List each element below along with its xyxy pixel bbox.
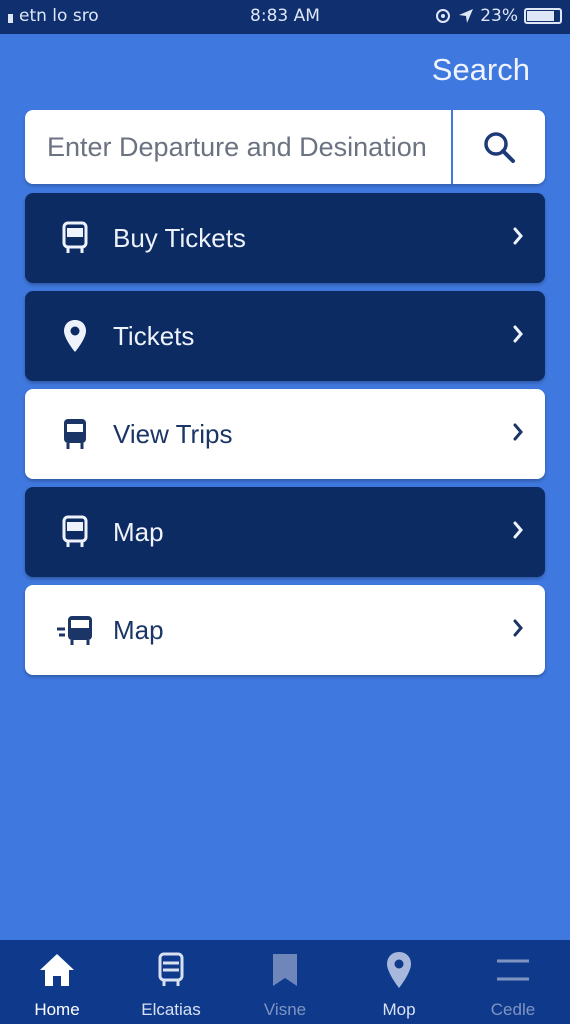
chevron-right-icon (513, 227, 523, 245)
status-bar: etn lo sro 8:83 AM 23% (0, 0, 570, 34)
navigation-icon (459, 9, 474, 23)
tab-elcatias[interactable]: Elcatias (114, 940, 228, 1024)
departure-destination-input[interactable] (25, 110, 451, 184)
menu-item-view-trips[interactable]: View Trips (25, 389, 545, 479)
menu-item-buy-tickets[interactable]: Buy Tickets (25, 193, 545, 283)
location-pin-icon (55, 316, 95, 356)
home-icon (38, 950, 76, 990)
menu-item-label: View Trips (113, 418, 233, 449)
chevron-right-icon (513, 325, 523, 343)
tab-visne[interactable]: Visne (228, 940, 342, 1024)
chevron-right-icon (513, 619, 523, 637)
chevron-right-icon (513, 423, 523, 441)
tab-label: Home (34, 1000, 80, 1019)
bus-icon (55, 414, 95, 454)
bottom-tab-bar: Home Elcatias Visne Mop Cedle (0, 940, 570, 1024)
search-link[interactable]: Search (432, 52, 530, 88)
tab-label: Elcatias (141, 1000, 201, 1019)
menu-item-tickets[interactable]: Tickets (25, 291, 545, 381)
bus-icon (55, 512, 95, 552)
menu-item-label: Tickets (113, 320, 195, 351)
main-menu: Buy Tickets Tickets View Trips Map Map (25, 193, 545, 683)
menu-item-label: Map (113, 614, 164, 645)
chevron-right-icon (513, 521, 523, 539)
location-pin-icon (385, 950, 413, 990)
tab-label: Mop (382, 1000, 416, 1019)
moving-bus-icon (55, 610, 95, 650)
tab-cedle[interactable]: Cedle (456, 940, 570, 1024)
tab-mop[interactable]: Mop (342, 940, 456, 1024)
battery-icon (524, 8, 562, 24)
menu-item-label: Map (113, 516, 164, 547)
search-icon (484, 132, 515, 163)
menu-item-map-secondary[interactable]: Map (25, 585, 545, 675)
location-arrow-icon (436, 9, 451, 23)
status-right: 23% (434, 6, 562, 26)
tab-label: Visne (263, 1000, 307, 1019)
menu-item-map[interactable]: Map (25, 487, 545, 577)
bus-icon (55, 218, 95, 258)
tab-label: Cedle (490, 1000, 536, 1019)
tab-home[interactable]: Home (0, 940, 114, 1024)
menu-item-label: Buy Tickets (113, 222, 246, 253)
menu-icon (495, 950, 531, 990)
bookmark-icon (270, 950, 300, 990)
battery-percent: 23% (480, 6, 518, 26)
search-bar (25, 110, 545, 184)
search-button[interactable] (451, 110, 545, 184)
bus-icon (157, 950, 185, 990)
